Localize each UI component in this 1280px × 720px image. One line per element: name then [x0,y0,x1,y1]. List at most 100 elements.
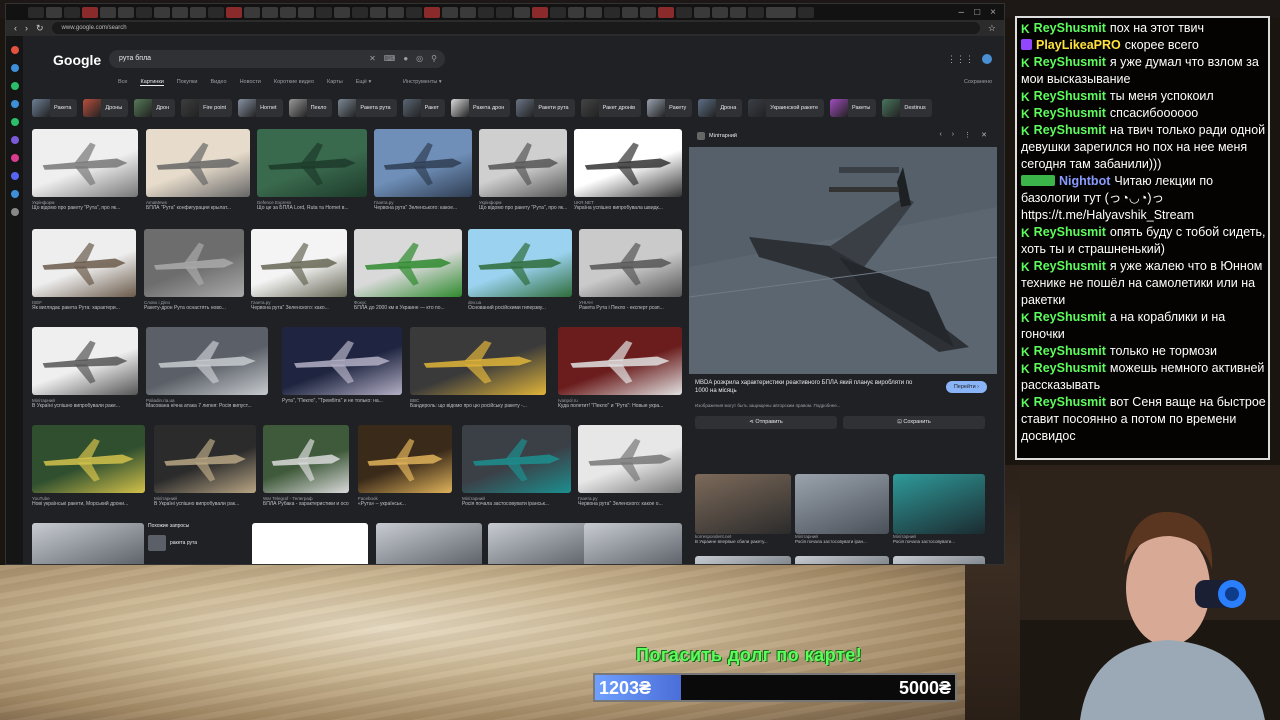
image-result[interactable]: Facebook «Рута» – українськ... [358,425,452,507]
browser-tab[interactable] [334,6,350,18]
chip-3[interactable]: Fire point [181,99,233,117]
browser-tab[interactable] [424,6,440,18]
image-result[interactable] [584,523,682,564]
image-result[interactable]: YouTube Нові українські ракети, Морський … [32,425,145,507]
lens-icon[interactable]: ◎ [416,50,423,68]
result-title[interactable]: Бандероль: що відомо про цю російську ра… [410,403,546,409]
result-title[interactable]: БПЛА до 2000 км в Украине — кто по... [354,305,462,311]
result-thumbnail[interactable] [144,229,244,297]
result-title[interactable]: Як виглядає ракета Рута: характери... [32,305,136,311]
browser-tab[interactable] [136,6,152,18]
tab-search-5[interactable]: Короткие видео [274,79,314,86]
browser-tab[interactable] [532,6,548,18]
result-thumbnail[interactable] [32,327,138,395]
result-title[interactable]: Нові українські ракети, Морський дрони..… [32,501,145,507]
result-thumbnail[interactable] [574,129,682,197]
browser-tab[interactable] [658,6,674,18]
result-thumbnail[interactable] [374,129,472,197]
result-thumbnail[interactable] [32,523,144,564]
browser-tab[interactable] [280,6,296,18]
tab-search-2[interactable]: Покупки [177,79,198,86]
result-thumbnail[interactable] [578,425,682,493]
browser-tab[interactable] [64,6,80,18]
related-thumbnail[interactable] [695,556,791,564]
result-thumbnail[interactable] [146,327,268,395]
chip-13[interactable]: Украинской ракете [748,99,825,117]
chip-5[interactable]: Пекло [288,99,333,117]
sidebar-app-icon[interactable] [10,154,19,162]
browser-tab[interactable] [442,6,458,18]
browser-tab[interactable] [622,6,638,18]
result-thumbnail[interactable] [579,229,682,297]
result-thumbnail[interactable] [479,129,567,197]
related-image[interactable]: Мілітарний Росія почала застосовувати іра… [795,474,889,544]
result-title[interactable]: Червона рута" Зеленского: како... [251,305,347,311]
result-thumbnail[interactable] [584,523,682,564]
result-thumbnail[interactable] [354,229,462,297]
related-title[interactable]: В Украине впервые сбили ракету... [695,539,791,544]
browser-tab[interactable] [478,6,494,18]
related-title[interactable]: Росія почала застосовувати іран... [795,539,889,544]
browser-tab[interactable] [262,6,278,18]
tab-search-1[interactable]: Картинки [140,79,164,86]
chip-14[interactable]: Ракеты [830,99,877,117]
image-result[interactable]: Слово і Діло Ракету-дрон Рута оснастять н… [144,229,244,311]
browser-tab[interactable] [100,6,116,18]
related-thumbnail[interactable] [795,474,889,534]
browser-tab[interactable] [316,6,332,18]
result-title[interactable]: Масована нічна атака 7 липня: Росія випу… [146,403,268,409]
image-result[interactable]: UKR.NET Україна успішно випробувала швидк… [574,129,682,211]
result-title[interactable]: Що відомо про ракету "Рута", про як... [479,205,567,211]
save-button[interactable]: ⊡ Сохранить [843,416,985,429]
result-title[interactable]: Червона рута" Зеленського: какое... [374,205,472,211]
result-title[interactable]: Що це за БПЛА Lord, Ruta та Hornet в... [257,205,367,211]
clear-icon[interactable]: ✕ [369,50,376,68]
image-result[interactable]: ISEF Як виглядає ракета Рута: характери..… [32,229,136,311]
chip-9[interactable]: Ракети рута [516,99,575,117]
chip-10[interactable]: Ракет дронів [580,99,642,117]
sidebar-app-icon[interactable] [10,82,19,90]
url-field[interactable]: www.google.com/search [51,22,980,34]
browser-tab-active[interactable] [766,6,796,18]
browser-tab[interactable] [604,6,620,18]
image-result[interactable]: Укрінформ Що відомо про ракету "Рута", пр… [32,129,138,211]
result-thumbnail[interactable] [251,229,347,297]
sidebar-app-icon[interactable] [10,64,19,72]
sidebar-app-icon[interactable] [10,172,19,180]
result-title[interactable]: Ракета Рута і Пекло - експерт розп... [579,305,682,311]
image-result[interactable]: Газета.ру Червона рута" Зеленського: како… [374,129,472,211]
result-thumbnail[interactable] [263,425,349,493]
sidebar-app-icon[interactable] [10,46,19,54]
apps-icon[interactable]: ⋮⋮⋮ [947,54,974,65]
result-thumbnail[interactable] [488,523,590,564]
image-result[interactable]: Газета.ру Червона рута" Зеленского: како.… [251,229,347,311]
browser-tab[interactable] [298,6,314,18]
result-title[interactable]: БПЛА "Рута" конфигурация крылат... [146,205,250,211]
search-input[interactable]: рута бпла ✕ ⌨ ● ◎ ⚲ [109,50,445,68]
browser-tab[interactable] [496,6,512,18]
browser-tab[interactable] [46,6,62,18]
sidebar-app-icon[interactable] [10,190,19,198]
tab-search-7[interactable]: Ещё ▾ [356,79,372,86]
browser-tab[interactable] [712,6,728,18]
image-result[interactable] [32,523,144,564]
result-thumbnail[interactable] [558,327,682,395]
browser-tab[interactable] [172,6,188,18]
related-image[interactable] [695,556,791,564]
sidebar-app-icon[interactable] [10,100,19,108]
result-thumbnail[interactable] [32,129,138,197]
saved-link[interactable]: Сохранено [964,79,992,85]
tab-search-4[interactable]: Новости [240,79,261,86]
sidebar-app-icon[interactable] [10,136,19,144]
result-title[interactable]: Червона рута" Зеленского: какое о... [578,501,682,507]
related-image[interactable] [795,556,889,564]
close-icon[interactable]: ✕ [981,131,987,139]
result-thumbnail[interactable] [32,229,136,297]
browser-tab[interactable] [586,6,602,18]
result-title[interactable]: Оснований російскими гиперзву... [468,305,572,311]
browser-tab[interactable] [226,6,242,18]
related-image[interactable]: korrespondent.net В Украине впервые сбили… [695,474,791,544]
search-icon[interactable]: ⚲ [431,50,437,68]
browser-tab[interactable] [190,6,206,18]
browser-tab[interactable] [730,6,746,18]
